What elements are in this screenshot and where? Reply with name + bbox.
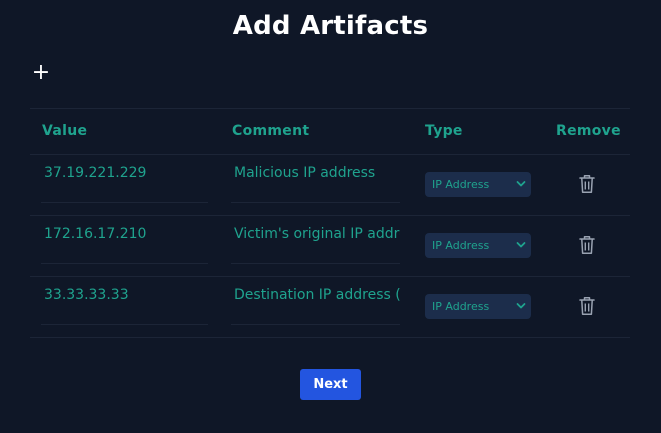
type-select[interactable]: IP Address — [425, 294, 531, 319]
value-input[interactable]: 33.33.33.33 — [41, 277, 208, 325]
next-button[interactable]: Next — [300, 369, 361, 400]
column-header-comment: Comment — [232, 123, 310, 139]
value-input[interactable]: 172.16.17.210 — [41, 216, 208, 264]
add-artifact-button[interactable]: + — [30, 62, 52, 84]
plus-icon: + — [31, 60, 51, 85]
type-select[interactable]: IP Address — [425, 172, 531, 197]
chevron-down-icon — [516, 181, 526, 187]
table-row: 172.16.17.210 Victim's original IP addre… — [30, 216, 630, 277]
trash-icon[interactable] — [578, 235, 596, 255]
type-select-value: IP Address — [432, 239, 490, 252]
page-title: Add Artifacts — [232, 11, 429, 41]
type-select-value: IP Address — [432, 178, 490, 191]
column-header-remove: Remove — [556, 123, 621, 139]
comment-input[interactable]: Victim's original IP address — [231, 216, 400, 264]
type-select[interactable]: IP Address — [425, 233, 531, 258]
comment-input[interactable]: Malicious IP address — [231, 155, 400, 203]
add-artifacts-page: Add Artifacts + Value Comment Type Remov… — [0, 0, 661, 433]
artifacts-table: Value Comment Type Remove 37.19.221.229 … — [30, 108, 630, 338]
value-input[interactable]: 37.19.221.229 — [41, 155, 208, 203]
chevron-down-icon — [516, 242, 526, 248]
table-row: 37.19.221.229 Malicious IP address IP Ad… — [30, 155, 630, 216]
type-select-value: IP Address — [432, 300, 490, 313]
trash-icon[interactable] — [578, 296, 596, 316]
comment-input[interactable]: Destination IP address ( — [231, 277, 400, 325]
column-header-value: Value — [42, 123, 88, 139]
column-header-type: Type — [425, 123, 463, 139]
table-row: 33.33.33.33 Destination IP address ( IP … — [30, 277, 630, 338]
chevron-down-icon — [516, 303, 526, 309]
trash-icon[interactable] — [578, 174, 596, 194]
table-header-row: Value Comment Type Remove — [30, 109, 630, 155]
